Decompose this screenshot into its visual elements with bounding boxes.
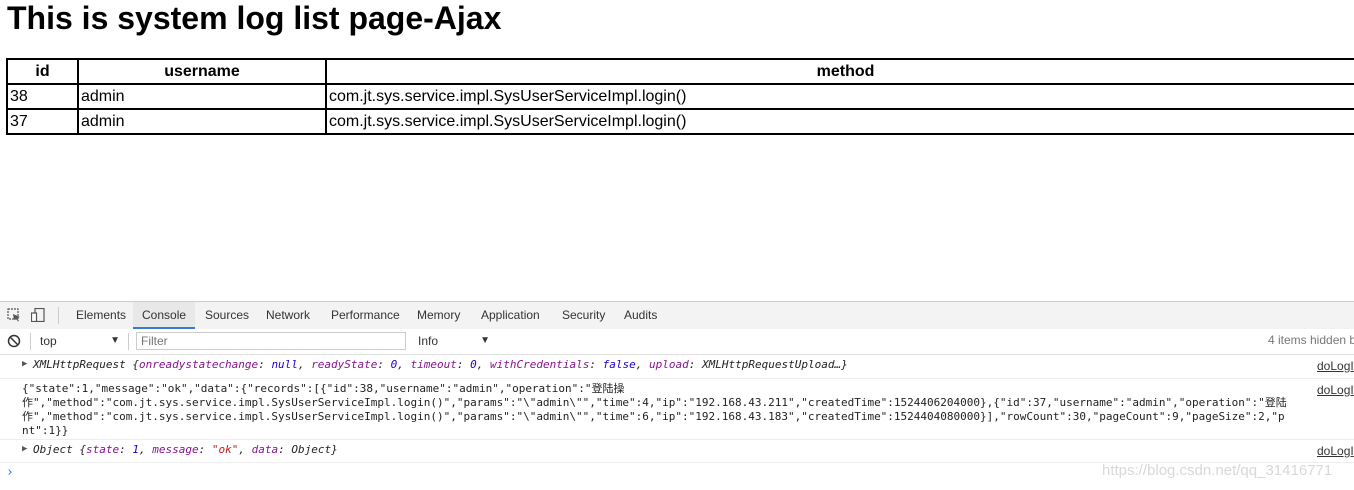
device-toolbar-icon[interactable] bbox=[30, 307, 45, 323]
log-table: id username method 38 admin com.jt.sys.s… bbox=[6, 58, 1354, 135]
cell-method: com.jt.sys.service.impl.SysUserServiceIm… bbox=[325, 108, 1354, 135]
console-message: ▶ XMLHttpRequest {onreadystatechange: nu… bbox=[0, 355, 1354, 379]
console-message: {"state":1,"message":"ok","data":{"recor… bbox=[0, 379, 1354, 440]
dropdown-arrow-icon: ▼ bbox=[110, 335, 120, 346]
cell-username: admin bbox=[77, 108, 327, 135]
hidden-items-count: 4 items hidden b bbox=[1268, 333, 1354, 347]
object-preview[interactable]: XMLHttpRequest {onreadystatechange: null… bbox=[33, 358, 848, 371]
object-preview[interactable]: Object {state: 1, message: "ok", data: O… bbox=[33, 443, 338, 456]
toolbar-divider bbox=[128, 333, 129, 350]
toolbar-divider bbox=[58, 307, 59, 324]
log-level-select[interactable]: Info ▼ bbox=[418, 333, 490, 349]
context-value: top bbox=[40, 334, 57, 348]
tab-application[interactable]: Application bbox=[479, 302, 542, 329]
tab-network[interactable]: Network bbox=[264, 302, 312, 329]
watermark: https://blog.csdn.net/qq_31416771 bbox=[1102, 462, 1333, 479]
source-link[interactable]: doLogI bbox=[1317, 444, 1354, 458]
console-toolbar: top ▼ Info ▼ 4 items hidden b bbox=[0, 329, 1354, 355]
tab-security[interactable]: Security bbox=[560, 302, 607, 329]
tab-performance[interactable]: Performance bbox=[329, 302, 402, 329]
table-row: 38 admin com.jt.sys.service.impl.SysUser… bbox=[6, 83, 1354, 110]
column-header-username: username bbox=[77, 58, 327, 85]
console-message: ▶ Object {state: 1, message: "ok", data:… bbox=[0, 440, 1354, 463]
json-output: {"state":1,"message":"ok","data":{"recor… bbox=[22, 382, 1352, 438]
page-title: This is system log list page-Ajax bbox=[7, 0, 502, 36]
source-link[interactable]: doLogI bbox=[1317, 383, 1354, 397]
source-link[interactable]: doLogI bbox=[1317, 359, 1354, 373]
tab-sources[interactable]: Sources bbox=[203, 302, 251, 329]
tab-console[interactable]: Console bbox=[133, 302, 196, 329]
toolbar-divider bbox=[30, 333, 31, 350]
clear-console-icon[interactable] bbox=[7, 334, 21, 348]
tab-audits[interactable]: Audits bbox=[622, 302, 659, 329]
json-line: {"state":1,"message":"ok","data":{"recor… bbox=[22, 382, 625, 395]
json-line: nt":1}} bbox=[22, 424, 69, 437]
json-line: 作","method":"com.jt.sys.service.impl.Sys… bbox=[22, 410, 1285, 423]
expand-triangle-icon[interactable]: ▶ bbox=[22, 444, 27, 454]
table-header-row: id username method bbox=[6, 58, 1354, 85]
console-filter-input[interactable] bbox=[136, 332, 406, 350]
json-line: 作","method":"com.jt.sys.service.impl.Sys… bbox=[22, 396, 1287, 409]
cell-id: 38 bbox=[6, 83, 79, 110]
context-select[interactable]: top ▼ bbox=[40, 333, 120, 349]
tab-memory[interactable]: Memory bbox=[415, 302, 462, 329]
tab-elements[interactable]: Elements bbox=[74, 302, 128, 329]
devtools-tabbar: Elements Console Sources Network Perform… bbox=[0, 301, 1354, 330]
column-header-method: method bbox=[325, 58, 1354, 85]
inspect-element-icon[interactable] bbox=[7, 308, 21, 322]
column-header-id: id bbox=[6, 58, 79, 85]
cell-username: admin bbox=[77, 83, 327, 110]
console-prompt-icon: › bbox=[6, 465, 14, 480]
cell-id: 37 bbox=[6, 108, 79, 135]
dropdown-arrow-icon: ▼ bbox=[480, 335, 490, 346]
log-level-value: Info bbox=[418, 334, 439, 348]
table-row: 37 admin com.jt.sys.service.impl.SysUser… bbox=[6, 108, 1354, 135]
cell-method: com.jt.sys.service.impl.SysUserServiceIm… bbox=[325, 83, 1354, 110]
expand-triangle-icon[interactable]: ▶ bbox=[22, 359, 27, 369]
